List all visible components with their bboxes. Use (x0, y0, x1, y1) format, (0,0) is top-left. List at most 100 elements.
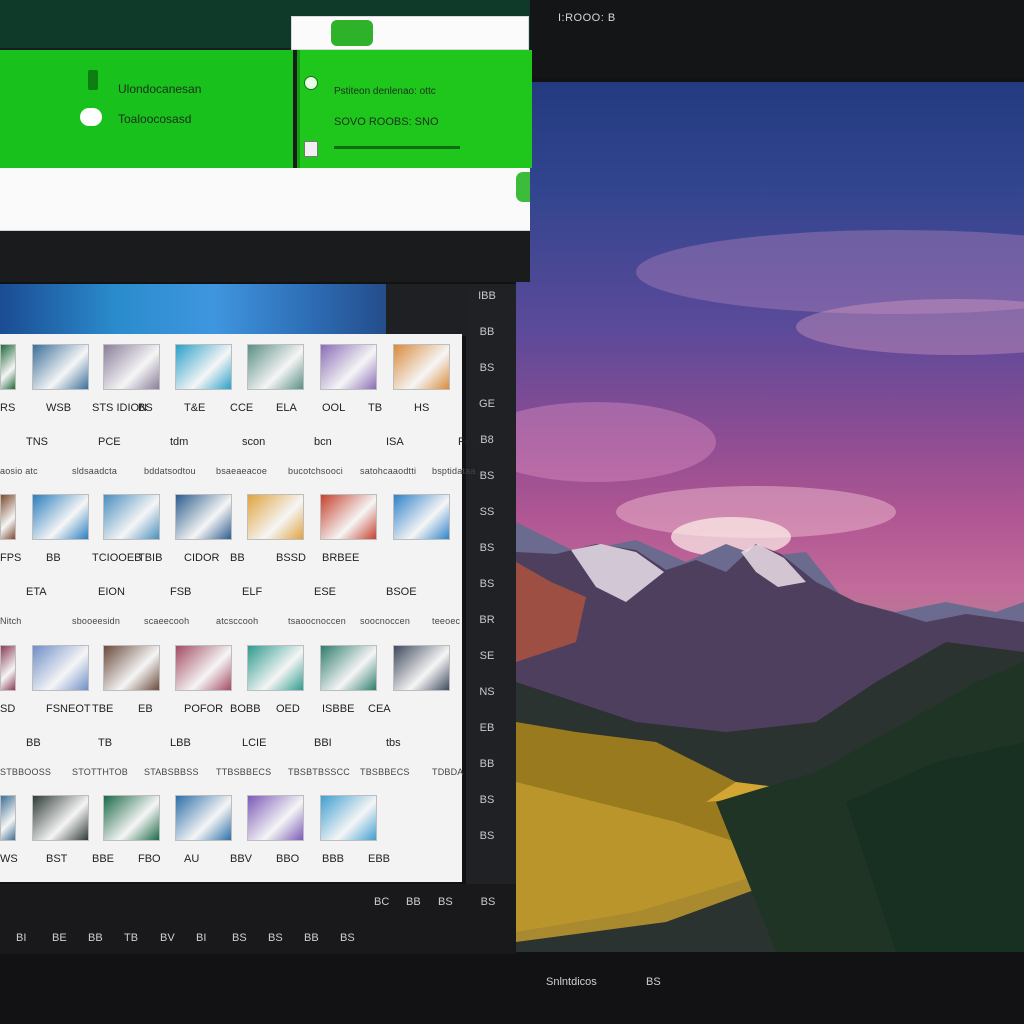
caption-label: TTBSBBECS (216, 767, 272, 777)
status-right-item[interactable]: BB (406, 896, 421, 908)
thumbnail[interactable] (175, 494, 232, 540)
sidebar-tool-icon[interactable]: B8 (472, 434, 502, 446)
status-item[interactable]: TB (124, 932, 138, 944)
thumbnail-label: ELA (276, 402, 297, 414)
status-item[interactable]: BV (160, 932, 175, 944)
sidebar-tool-icon[interactable]: BS (472, 542, 502, 554)
mountain-landscape-image (516, 230, 1024, 952)
caption-label: soocnoccen (360, 616, 411, 626)
thumbnail-label: CIDOR (184, 552, 220, 564)
thumbnail[interactable] (0, 494, 16, 540)
toggle-switch[interactable] (80, 108, 102, 126)
sidebar-tool-icon[interactable]: BS (472, 830, 502, 842)
sidebar-tool-icon[interactable]: SS (472, 506, 502, 518)
caption-label: Nitch (0, 616, 22, 626)
thumbnail[interactable] (320, 795, 377, 841)
tag-label: scon (242, 436, 266, 448)
thumbnail-label: FBO (138, 853, 161, 865)
leaf-icon[interactable] (331, 20, 373, 46)
sidebar-icon-list: IBB BB BS GE B8 BS SS BS BS BR SE NS EB BB BS BS (472, 290, 508, 880)
status-item[interactable]: BB (88, 932, 103, 944)
thumbnail[interactable] (103, 795, 160, 841)
thumbnail-label: T&E (184, 402, 206, 414)
thumbnail[interactable] (247, 795, 304, 841)
sidebar-tool-icon[interactable]: BS (472, 470, 502, 482)
taskbar-label[interactable]: Snlntdicos (546, 976, 597, 988)
sidebar-tool-icon[interactable]: BS (472, 578, 502, 590)
sidebar-tool-icon[interactable]: BB (472, 326, 502, 338)
thumbnail[interactable] (32, 795, 89, 841)
thumbnail[interactable] (175, 795, 232, 841)
thumbnail[interactable] (320, 494, 377, 540)
thumbnail[interactable] (175, 645, 232, 691)
status-item[interactable]: BI (16, 932, 26, 944)
thumbnail[interactable] (0, 645, 16, 691)
status-item[interactable]: BS (232, 932, 247, 944)
checkbox[interactable] (304, 141, 318, 157)
thumbnail[interactable] (393, 645, 450, 691)
sidebar-tool-icon[interactable]: EB (472, 722, 502, 734)
thumbnail[interactable] (175, 344, 232, 390)
thumbnail[interactable] (32, 645, 89, 691)
sidebar-tool-icon[interactable]: GE (472, 398, 502, 410)
thumbnail-label: TBIB (138, 552, 163, 564)
gallery-toolbar (386, 284, 466, 336)
thumbnail[interactable] (32, 344, 89, 390)
caption-label: STABSBBSS (144, 767, 199, 777)
sidebar-tool-icon[interactable]: NS (472, 686, 502, 698)
thumbnail-label: RS (0, 402, 16, 414)
status-right-item[interactable]: BC (374, 896, 389, 908)
sidebar-tool-icon[interactable]: IBB (472, 290, 502, 302)
thumbnail[interactable] (320, 344, 377, 390)
thumbnail[interactable] (103, 645, 160, 691)
thumbnail-label: OED (276, 703, 300, 715)
thumbnail-label: FSNEOT (46, 703, 91, 715)
status-right-item[interactable]: BS (438, 896, 453, 908)
thumbnail-label: TCIOOEB (92, 552, 142, 564)
status-right-items: BC BB BS (374, 896, 466, 912)
thumbnail-label: POFOR (184, 703, 224, 715)
thumbnail[interactable] (247, 645, 304, 691)
dialog-footer (0, 168, 530, 231)
thumbnail[interactable] (0, 344, 16, 390)
caption-label: sbooeesidn (72, 616, 121, 626)
sidebar-tool-icon[interactable]: BB (472, 758, 502, 770)
sidebar-bottom-icon[interactable]: BS (473, 896, 503, 908)
sidebar-tool-icon[interactable]: BR (472, 614, 502, 626)
thumbnail-label: BBV (230, 853, 253, 865)
thumbnail-label: HS (414, 402, 430, 414)
tag-label: LBB (170, 737, 191, 749)
tag-label: ESE (314, 586, 337, 598)
thumbnail[interactable] (32, 494, 89, 540)
thumbnail-label: CEA (368, 703, 391, 715)
sidebar-tool-icon[interactable]: BS (472, 362, 502, 374)
status-item[interactable]: BB (304, 932, 319, 944)
thumbnail[interactable] (0, 795, 16, 841)
sidebar-tool-icon[interactable]: SE (472, 650, 502, 662)
thumbnail[interactable] (393, 494, 450, 540)
caption-label: scaeecooh (144, 616, 190, 626)
thumbnail-label: CCE (230, 402, 254, 414)
status-item[interactable]: BS (268, 932, 283, 944)
taskbar-icon[interactable]: BS (646, 976, 661, 988)
tag-label: BB (26, 737, 41, 749)
status-item[interactable]: BE (52, 932, 67, 944)
thumbnail[interactable] (247, 344, 304, 390)
thumbnail-label: WSB (46, 402, 72, 414)
thumbnail[interactable] (103, 344, 160, 390)
sidebar-tool-icon[interactable]: BS (472, 794, 502, 806)
thumbnail[interactable] (247, 494, 304, 540)
radio-button[interactable] (304, 76, 318, 90)
tag-label: EION (98, 586, 125, 598)
thumbnail[interactable] (320, 645, 377, 691)
thumbnail-label: BS (138, 402, 153, 414)
thumbnail[interactable] (103, 494, 160, 540)
status-item[interactable]: BS (340, 932, 355, 944)
dialog-tab[interactable] (291, 16, 529, 50)
thumbnail[interactable] (393, 344, 450, 390)
thumbnail-label: FPS (0, 552, 22, 564)
scroll-handle[interactable] (516, 172, 530, 202)
tag-label: BSOE (386, 586, 417, 598)
status-item[interactable]: BI (196, 932, 206, 944)
tag-label: FSB (170, 586, 192, 598)
